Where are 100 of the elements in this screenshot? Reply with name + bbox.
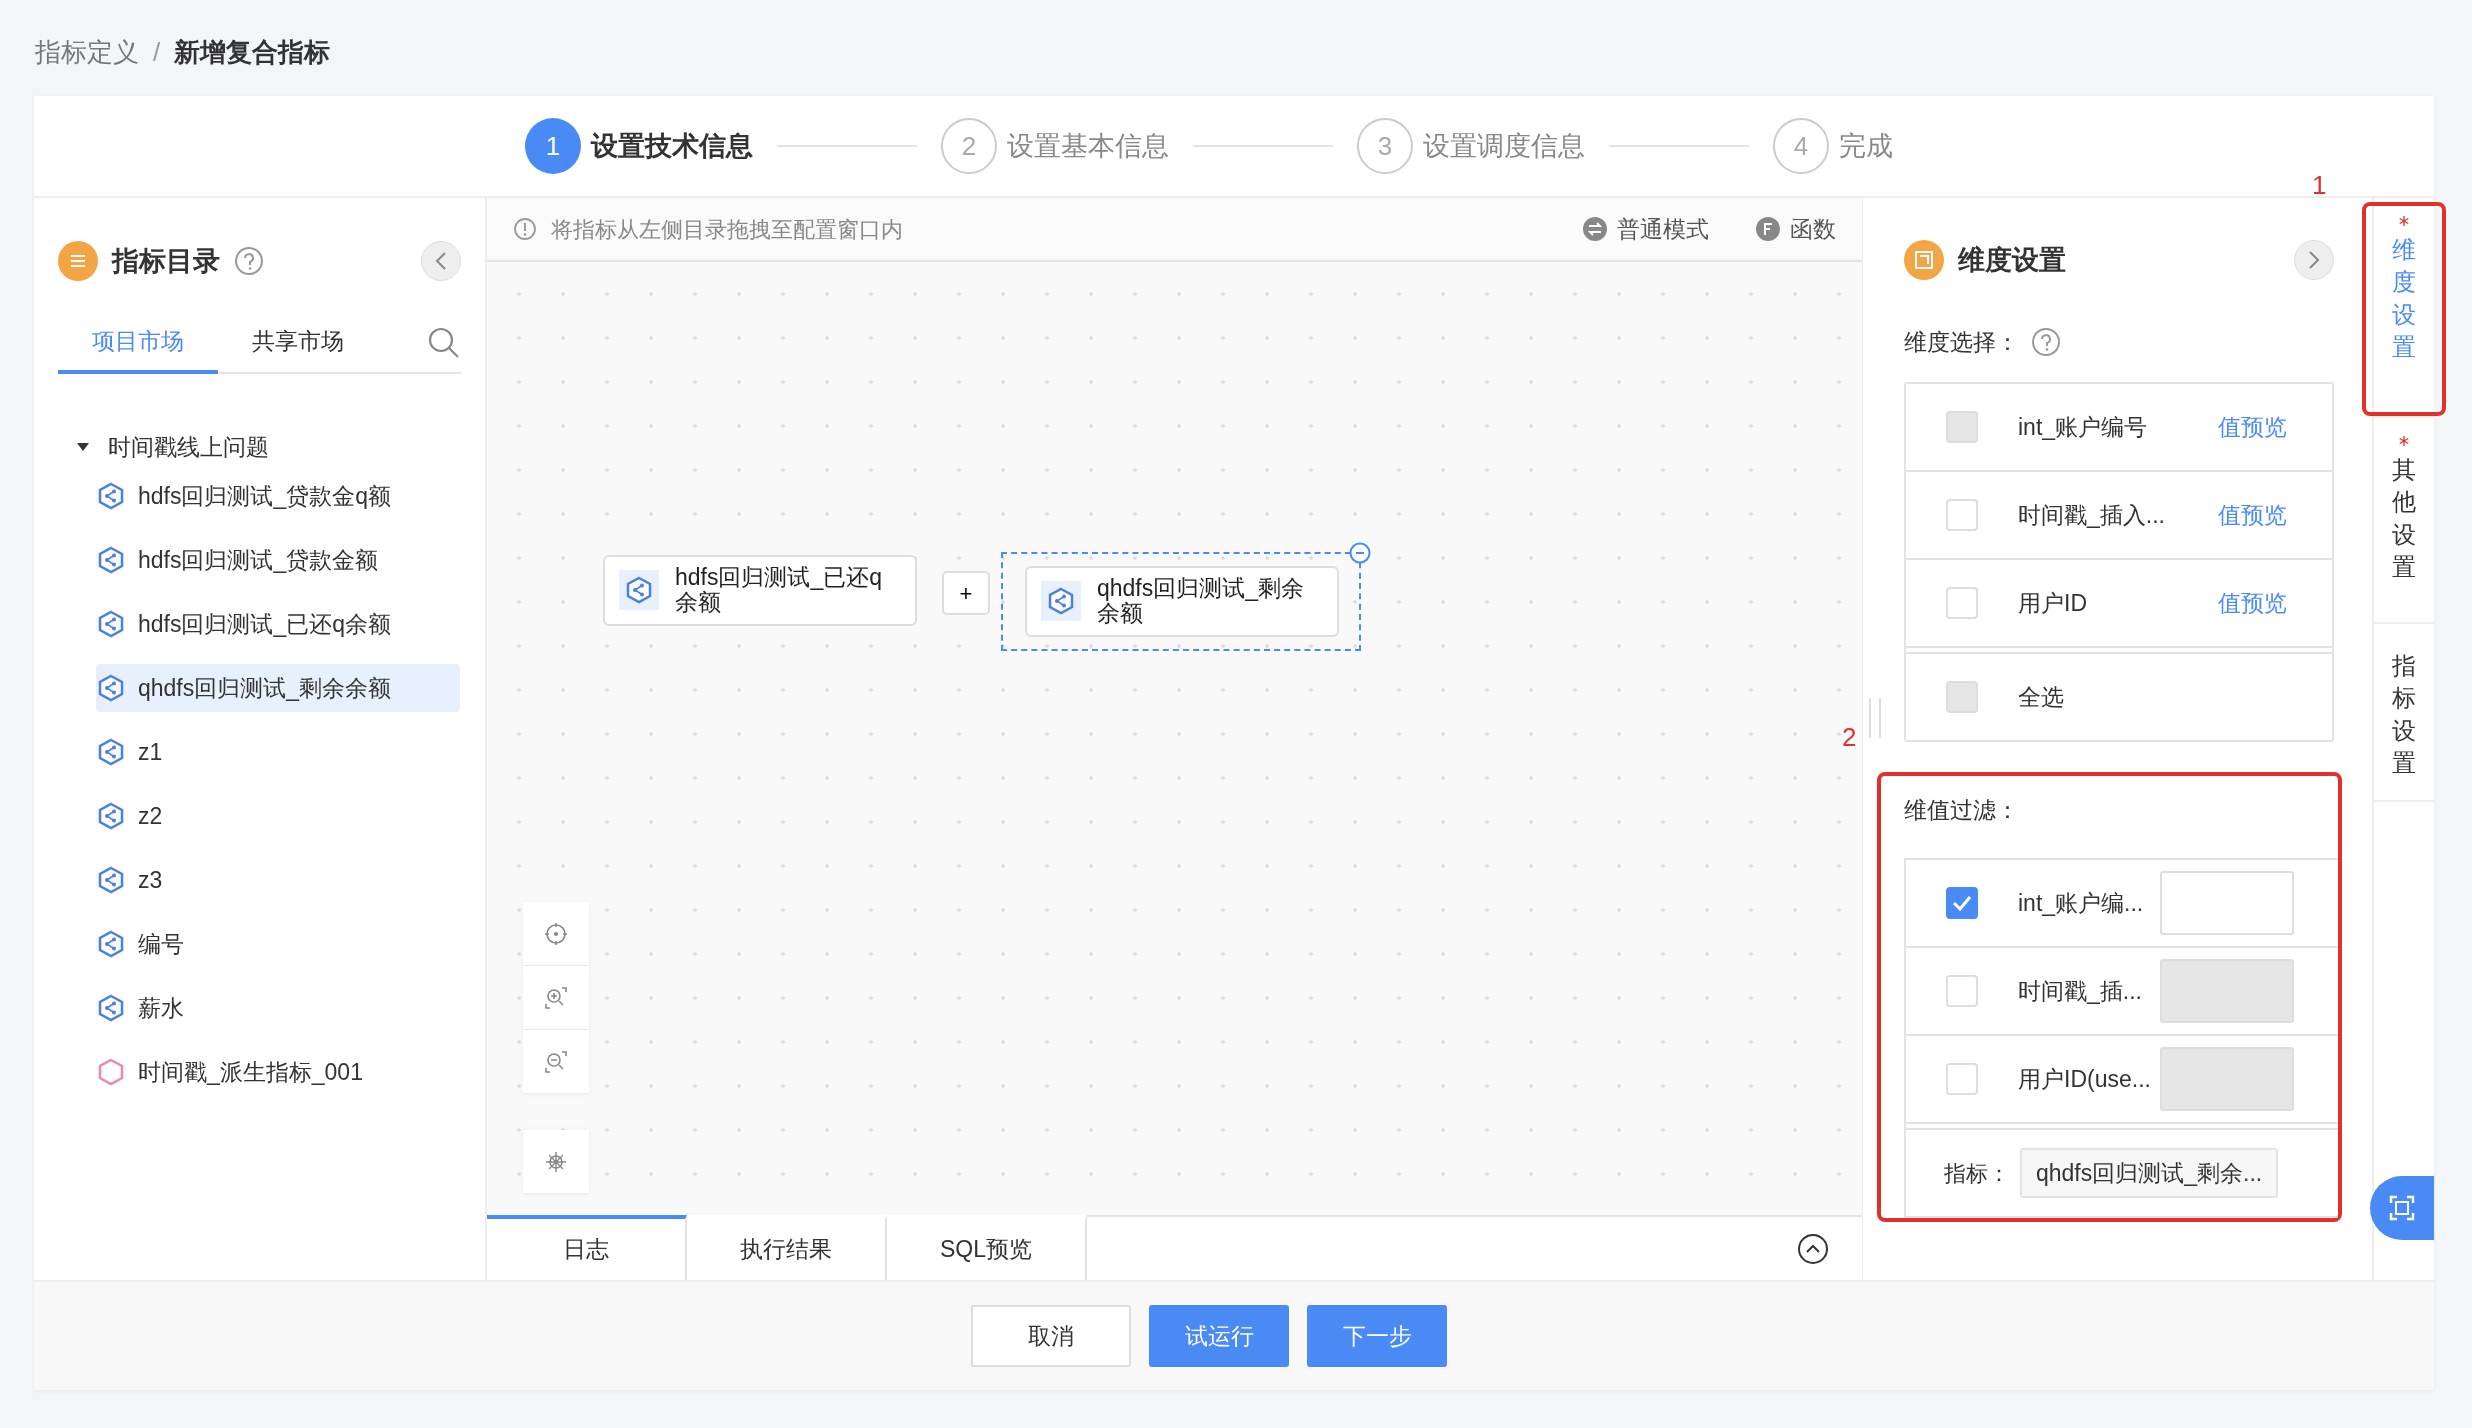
chevron-right-icon [2308,250,2320,270]
checkbox[interactable] [1946,887,1978,919]
dimension-label: 时间戳_插入... [2018,500,2166,530]
required-icon [2399,216,2409,226]
fullscreen-button[interactable] [2370,1176,2434,1240]
required-icon [2399,436,2409,446]
result-tab[interactable]: SQL预览 [887,1215,1087,1280]
metric-label: 指标： [1944,1159,2010,1188]
help-icon[interactable] [2031,327,2061,357]
result-tab[interactable]: 执行结果 [687,1215,887,1280]
annotation-number: 2 [1842,721,1857,754]
help-icon[interactable] [234,246,264,276]
share-hexagon-icon [98,738,124,766]
tree-item-label: qhdfs回归测试_剩余余额 [138,673,392,703]
section-label: 维值过滤： [1904,795,2019,825]
share-hexagon-icon [98,482,124,510]
step-number: 2 [941,118,997,174]
metric-node[interactable]: qhdfs回归测试_剩余余额 [1025,566,1339,637]
canvas-tool-button[interactable] [523,1030,589,1094]
tree-item[interactable]: z2 [96,792,460,840]
side-tab[interactable]: 其他设置 [2374,418,2434,624]
zoom-in-icon [544,985,568,1010]
step-label: 设置调度信息 [1423,129,1585,163]
canvas-tool-button[interactable] [523,1130,589,1194]
breadcrumb-separator: / [153,35,161,69]
tree-item[interactable]: z1 [96,728,460,776]
dimension-label: int_账户编号 [2018,412,2149,442]
share-hexagon-icon [98,610,124,638]
tree-item[interactable]: hdfs回归测试_贷款金额 [96,536,460,584]
tree-item-label: 时间戳_派生指标_001 [138,1057,363,1087]
select-all-label: 全选 [2018,682,2065,712]
share-hexagon-icon [98,866,124,894]
footer-button[interactable]: 取消 [971,1305,1131,1367]
breadcrumb-item[interactable]: 指标定义 [35,32,139,72]
market-tab[interactable]: 共享市场 [218,324,378,374]
remove-icon[interactable] [1349,542,1371,564]
expand-button[interactable] [2294,240,2334,280]
collapse-button[interactable] [421,241,461,281]
share-hexagon-icon [98,930,124,958]
step-number: 3 [1357,118,1413,174]
share-hexagon-icon [98,674,124,702]
tree-item[interactable]: 时间戳_派生指标_001 [96,1048,460,1096]
tree-item-label: z3 [138,865,163,895]
chevron-up-circle-icon[interactable] [1797,1232,1829,1265]
tree-item[interactable]: qhdfs回归测试_剩余余额 [96,664,460,712]
tree-item[interactable]: 薪水 [96,984,460,1032]
metric-field[interactable]: qhdfs回归测试_剩余... [2020,1147,2279,1199]
step-number: 1 [525,118,581,174]
function-icon [1756,217,1780,241]
tree-item-label: z2 [138,801,163,831]
info-icon [513,217,537,241]
swap-icon [1583,217,1607,241]
tree-item-label: 编号 [138,929,184,959]
filter-label: 用户ID(use... [2018,1064,2152,1094]
tree-item-label: 薪水 [138,993,184,1023]
annotation-number: 1 [2312,169,2327,202]
filter-label: int_账户编... [2018,888,2145,918]
filter-input[interactable] [2160,871,2294,935]
chevron-left-icon [435,251,447,271]
search-icon[interactable] [427,325,461,360]
fullscreen-icon [2389,1195,2415,1221]
operator-button[interactable]: + [942,571,990,615]
mode-button[interactable]: 普通模式 [1583,211,1709,247]
canvas-tool-button[interactable] [523,966,589,1030]
step-label: 完成 [1839,129,1893,163]
tree-item[interactable]: 编号 [96,920,460,968]
locate-icon [544,921,568,946]
tree-item[interactable]: z3 [96,856,460,904]
canvas-tool-button[interactable] [523,902,589,966]
step-label: 设置技术信息 [591,129,753,163]
node-label: qhdfs回归测试_剩余余额 [1097,576,1306,627]
breadcrumb-item: 新增复合指标 [174,35,331,69]
hexagon-icon [98,1058,124,1086]
zoom-out-icon [544,1049,568,1074]
metric-node[interactable]: hdfs回归测试_已还q余额 [603,555,917,626]
list-icon [58,241,98,281]
filter-label: 时间戳_插... [2018,976,2143,1006]
tree-folder[interactable]: 时间戳线上问题 [108,429,269,465]
tree-item[interactable]: hdfs回归测试_已还q余额 [96,600,460,648]
share-hexagon-icon [98,994,124,1022]
mode-button[interactable]: 函数 [1756,211,1836,247]
share-hexagon-icon [98,802,124,830]
result-tab[interactable]: 日志 [487,1215,687,1280]
panel-icon [1904,240,1944,280]
hint-text: 将指标从左侧目录拖拽至配置窗口内 [551,215,903,244]
step-label: 设置基本信息 [1007,129,1169,163]
share-hexagon-icon [1048,587,1074,616]
wheel-icon [544,1149,568,1174]
tree-item[interactable]: hdfs回归测试_贷款金q额 [96,472,460,520]
dimension-label: 用户ID [2018,588,2088,618]
resize-handle[interactable] [1869,698,1881,738]
panel-title: 指标目录 [112,244,220,278]
step-number: 4 [1773,118,1829,174]
tree-item-label: z1 [138,737,163,767]
tree-item-label: hdfs回归测试_贷款金q额 [138,481,392,511]
tree-item-label: hdfs回归测试_已还q余额 [138,609,392,639]
side-tab[interactable]: 指标设置 [2374,624,2434,802]
share-hexagon-icon [626,576,652,605]
panel-title: 维度设置 [1958,243,2066,277]
node-label: hdfs回归测试_已还q余额 [675,565,884,616]
